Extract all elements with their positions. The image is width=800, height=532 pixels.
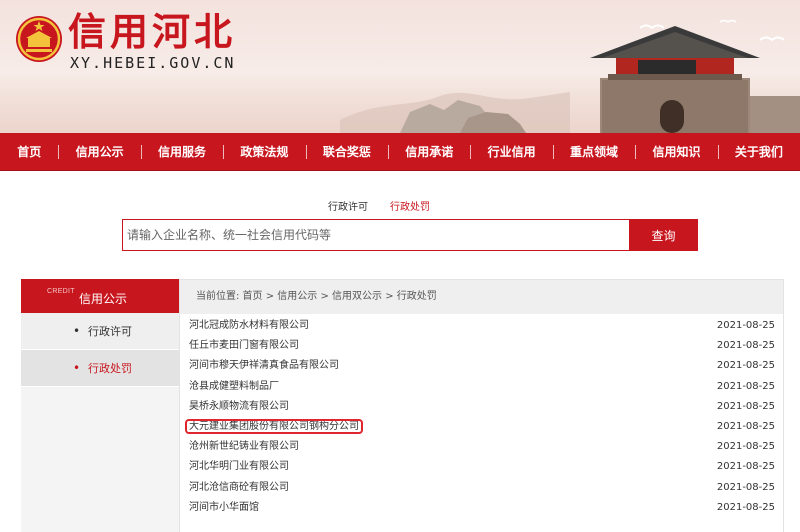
list-item[interactable]: 河间市穆天伊祥清真食品有限公司 2021-08-25 <box>189 356 775 376</box>
sidebar-item-label: 行政许可 <box>88 325 132 338</box>
publish-date: 2021-08-25 <box>716 461 775 473</box>
search-tabs: 行政许可 行政处罚 <box>328 198 430 213</box>
publish-date: 2021-08-25 <box>716 360 775 372</box>
nav-item-joint-rewards[interactable]: 联合奖惩 <box>305 133 388 171</box>
company-name-link[interactable]: 河北沧信商砼有限公司 <box>189 482 289 493</box>
list-item[interactable]: 河间市小华面馆 2021-08-25 <box>189 498 775 518</box>
company-name-link[interactable]: 沧州新世纪铸业有限公司 <box>189 441 299 452</box>
nav-item-credit-service[interactable]: 信用服务 <box>140 133 223 171</box>
company-name-link[interactable]: 河北华明门业有限公司 <box>189 461 289 472</box>
publish-date: 2021-08-25 <box>716 501 775 513</box>
company-name-link[interactable]: 大元建业集团股份有限公司钢构分公司 <box>185 418 363 434</box>
sidebar-item-administrative-license[interactable]: • 行政许可 <box>21 313 179 350</box>
great-wall-gate-illustration <box>340 19 800 133</box>
nav-item-credit-knowledge[interactable]: 信用知识 <box>635 133 717 171</box>
publish-date: 2021-08-25 <box>716 340 775 352</box>
bullet-icon: • <box>73 361 81 375</box>
site-title: 信用河北 <box>68 9 237 54</box>
list-item-highlighted[interactable]: 大元建业集团股份有限公司钢构分公司 2021-08-25 <box>185 417 775 437</box>
nav-item-credit-commitment[interactable]: 信用承诺 <box>388 133 470 171</box>
search-box <box>122 219 629 251</box>
sidebar-header-en: CREDIT <box>47 288 75 295</box>
tab-administrative-license[interactable]: 行政许可 <box>328 198 368 213</box>
list-item[interactable]: 任丘市麦田门窗有限公司 2021-08-25 <box>189 336 775 356</box>
company-name-link[interactable]: 任丘市麦田门窗有限公司 <box>189 340 299 351</box>
list-item[interactable]: 沧县成健塑料制品厂 2021-08-25 <box>189 377 775 397</box>
sidebar-item-label: 行政处罚 <box>88 362 132 375</box>
nav-item-about-us[interactable]: 关于我们 <box>717 133 800 171</box>
penalty-list: 河北冠成防水材料有限公司 2021-08-25 任丘市麦田门窗有限公司 2021… <box>180 314 783 518</box>
nav-item-key-areas[interactable]: 重点领域 <box>552 133 635 171</box>
publish-date: 2021-08-25 <box>716 441 775 453</box>
content-panel: 当前位置: 首页 > 信用公示 > 信用双公示 > 行政处罚 河北冠成防水材料有… <box>179 279 784 532</box>
list-item[interactable]: 河北冠成防水材料有限公司 2021-08-25 <box>189 316 775 336</box>
sidebar-header: CREDIT 信用公示 <box>21 279 179 313</box>
search-button[interactable]: 查询 <box>629 219 698 251</box>
publish-date: 2021-08-25 <box>716 400 775 412</box>
sidebar: CREDIT 信用公示 • 行政许可 • 行政处罚 <box>21 279 179 532</box>
national-emblem-icon <box>16 16 62 62</box>
company-name-link[interactable]: 河北冠成防水材料有限公司 <box>189 320 309 331</box>
site-banner: 信用河北 XY.HEBEI.GOV.CN <box>0 0 800 133</box>
company-name-link[interactable]: 河间市小华面馆 <box>189 502 259 513</box>
tab-administrative-penalty[interactable]: 行政处罚 <box>390 198 430 213</box>
publish-date: 2021-08-25 <box>716 420 775 432</box>
nav-item-policies[interactable]: 政策法规 <box>223 133 305 171</box>
list-item[interactable]: 沧州新世纪铸业有限公司 2021-08-25 <box>189 437 775 457</box>
company-name-link[interactable]: 沧县成健塑料制品厂 <box>189 381 279 392</box>
publish-date: 2021-08-25 <box>716 320 775 331</box>
sidebar-header-title: 信用公示 <box>79 292 128 306</box>
list-item[interactable]: 河北华明门业有限公司 2021-08-25 <box>189 457 775 477</box>
site-domain: XY.HEBEI.GOV.CN <box>70 54 236 72</box>
search-input[interactable] <box>123 220 629 250</box>
publish-date: 2021-08-25 <box>716 481 775 493</box>
company-name-link[interactable]: 河间市穆天伊祥清真食品有限公司 <box>189 360 339 371</box>
nav-item-credit-publicity[interactable]: 信用公示 <box>58 133 140 171</box>
publish-date: 2021-08-25 <box>716 380 775 392</box>
list-item[interactable]: 昊桥永顺物流有限公司 2021-08-25 <box>189 397 775 417</box>
company-name-link[interactable]: 昊桥永顺物流有限公司 <box>189 401 289 412</box>
nav-item-industry-credit[interactable]: 行业信用 <box>470 133 552 171</box>
bullet-icon: • <box>73 324 81 338</box>
sidebar-item-administrative-penalty[interactable]: • 行政处罚 <box>21 350 179 387</box>
main-nav: 首页 信用公示 信用服务 政策法规 联合奖惩 信用承诺 行业信用 重点领域 信用… <box>0 133 800 171</box>
list-item[interactable]: 河北沧信商砼有限公司 2021-08-25 <box>189 478 775 498</box>
breadcrumb: 当前位置: 首页 > 信用公示 > 信用双公示 > 行政处罚 <box>180 280 783 314</box>
nav-item-home[interactable]: 首页 <box>0 133 58 171</box>
